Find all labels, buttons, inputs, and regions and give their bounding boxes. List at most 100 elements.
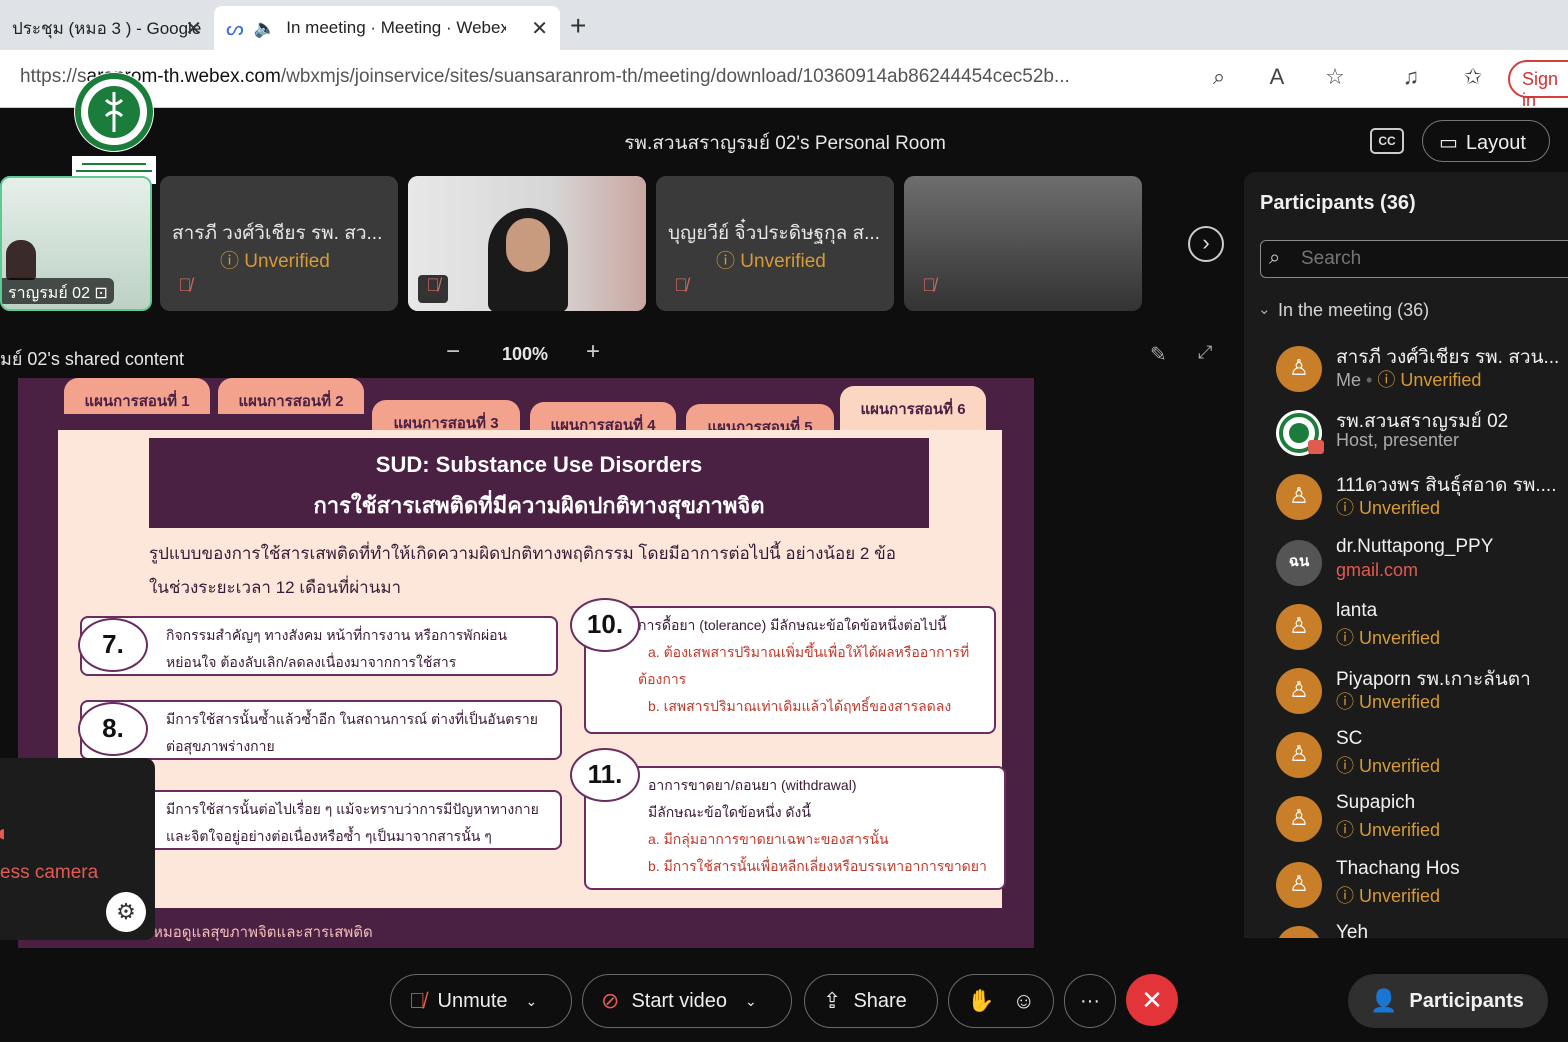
participant-role: Host, presenter [1336, 430, 1460, 450]
participant-row[interactable]: ♙ SC ⓘ Unverified [1276, 728, 1568, 784]
slide-tab-active: แผนการสอนที่ 6 [840, 386, 986, 432]
reactions-group: ✋ ☺ [948, 974, 1054, 1028]
thumbnail-name: สารภี วงศ์วิเชียร รพ. สว... [172, 223, 383, 244]
video-thumbnail[interactable]: 🎙̸ [408, 176, 646, 311]
shared-slide: แผนการสอนที่ 1 แผนการสอนที่ 2 แผนการสอนท… [18, 378, 1034, 948]
shared-content-label: มย์ 02's shared content [0, 349, 184, 369]
emoji-reaction-icon[interactable]: ☺ [1013, 988, 1035, 1014]
participants-button[interactable]: 👤 Participants [1348, 974, 1548, 1028]
criterion-11-number: 11. [570, 748, 640, 802]
layout-icon: ▭ [1439, 132, 1458, 154]
zoom-in-button[interactable]: + [586, 338, 600, 366]
chevron-down-icon[interactable]: ⌄ [526, 993, 538, 1010]
participant-name: lanta [1336, 600, 1378, 621]
unverified-status: ⓘ Unverified [220, 251, 330, 272]
video-thumbnail[interactable]: สารภี วงศ์วิเชียร รพ. สว... ⓘ Unverified… [160, 176, 398, 311]
share-label: Share [853, 989, 907, 1012]
muted-mic-icon: 🎙̸ [674, 275, 688, 295]
media-icon[interactable]: ♫ [1396, 64, 1426, 94]
participant-row[interactable]: ♙ Thachang Hos ⓘ Unverified [1276, 858, 1568, 914]
camera-off-icon: ◖ [0, 820, 9, 847]
self-view-panel[interactable]: ◖ ess camera ⚙ [0, 758, 155, 940]
participant-email: gmail.com [1336, 560, 1419, 580]
participant-row[interactable]: ♙ สารภี วงศ์วิเชียร รพ. สวน... Me • ⓘ Un… [1276, 342, 1568, 398]
avatar-user-icon: ♙ [1276, 668, 1322, 714]
layout-button[interactable]: ▭ Layout [1422, 120, 1550, 162]
unverified-status: ⓘ Unverified [1336, 692, 1441, 712]
participant-row[interactable]: ฉน dr.Nuttapong_PPY gmail.com [1276, 536, 1568, 592]
gear-icon[interactable]: ⚙ [106, 892, 146, 932]
start-video-label: Start video [631, 989, 728, 1012]
read-aloud-icon[interactable]: A [1262, 64, 1292, 94]
zoom-icon[interactable]: ⌕ [1204, 64, 1234, 94]
criterion-text: b. เสพสารปริมาณเท่าเดิมแล้วได้ฤทธิ์ของสา… [648, 698, 952, 714]
avatar-user-icon: ♙ [1276, 732, 1322, 778]
close-icon[interactable]: ✕ [531, 16, 548, 41]
in-meeting-section[interactable]: ⌄ In the meeting (36) [1258, 300, 1429, 321]
share-screen-icon: ⇪ [823, 988, 842, 1013]
participant-name: Supapich [1336, 792, 1416, 813]
favorites-icon[interactable]: ✩ [1458, 64, 1488, 94]
question-icon: ⓘ [220, 251, 240, 272]
presenting-badge-icon [1308, 440, 1324, 454]
participant-row[interactable]: รพ.สวนสราญรมย์ 02 Host, presenter [1276, 406, 1568, 462]
sign-in-button[interactable]: Sign in [1508, 60, 1568, 110]
new-tab-button[interactable]: + [570, 10, 586, 42]
unverified-status: ⓘ Unverified [1336, 820, 1441, 840]
closed-captions-button[interactable]: CC [1370, 128, 1404, 154]
close-icon[interactable]: ✕ [185, 16, 202, 41]
unverified-status: ⓘ Unverified [1336, 498, 1441, 518]
video-thumbnail-host[interactable]: ราญรมย์ 02 ⊡ [0, 176, 152, 311]
participant-row[interactable]: ♙ lanta ⓘ Unverified [1276, 600, 1568, 656]
chevron-down-icon: ⌄ [1258, 301, 1271, 318]
participant-name: Yeh [1336, 922, 1369, 938]
layout-label: Layout [1465, 132, 1526, 154]
more-options-button[interactable]: ··· [1064, 974, 1116, 1028]
speaker-icon[interactable]: 🔈 [254, 18, 276, 39]
raise-hand-icon[interactable]: ✋ [967, 988, 994, 1014]
meeting-title: รพ.สวนสราญรมย์ 02's Personal Room [624, 133, 946, 154]
criterion-text: มีการใช้สารนั้นต่อไปเรื่อย ๆ แม้จะทราบว่… [166, 801, 539, 817]
browser-tab-webex[interactable]: ᔕ 🔈 In meeting · Meeting · Webex ✕ [214, 6, 560, 50]
browser-tab-google[interactable]: ประชุม (หมอ 3 ) - Google ✕ [0, 6, 214, 50]
slide-title-en: SUD: Substance Use Disorders [375, 452, 703, 477]
start-video-button[interactable]: ⊘ Start video ⌄ [582, 974, 792, 1028]
search-input[interactable] [1301, 247, 1561, 271]
question-icon: ⓘ [716, 251, 736, 272]
address-bar: https://saranrom-th.webex.com/wbxmjs/joi… [0, 50, 1568, 110]
slide-intro-line: รูปแบบของการใช้สารเสพติดที่ทำให้เกิดความ… [149, 544, 896, 563]
fullscreen-icon[interactable]: ⤢ [1198, 342, 1212, 363]
ministry-logo [72, 72, 156, 184]
criterion-text: การดื้อยา (tolerance) มีลักษณะข้อใดข้อหน… [638, 617, 947, 633]
slide-title-box: SUD: Substance Use Disorders การใช้สารเส… [149, 438, 929, 528]
participant-row[interactable]: ♙ 111ดวงพร สินธุ์สอาด รพ.... ⓘ Unverifie… [1276, 470, 1568, 526]
unmute-button[interactable]: 🎙̸ Unmute ⌄ [390, 974, 572, 1028]
share-button[interactable]: ⇪ Share [804, 974, 938, 1028]
slide-tab: แผนการสอนที่ 1 [64, 378, 210, 414]
video-thumbnail[interactable]: 🎙̸ [904, 176, 1142, 311]
criterion-text: มีการใช้สารนั้นซ้ำแล้วซ้ำอีก ในสถานการณ์… [166, 711, 538, 727]
next-thumbnails-button[interactable]: › [1188, 226, 1224, 262]
participants-panel: Participants (36) ⌕ ⌄ In the meeting (36… [1244, 172, 1568, 938]
url-path: /wbxmjs/joinservice/sites/suansaranrom-t… [280, 66, 1070, 87]
slide-tab: แผนการสอนที่ 2 [218, 378, 364, 414]
unverified-status: ⓘ Unverified [1336, 886, 1441, 906]
criterion-text: มีลักษณะข้อใดข้อหนึ่ง ดังนี้ [648, 804, 811, 820]
muted-mic-icon: 🎙̸ [922, 275, 936, 295]
url-field[interactable]: https://saranrom-th.webex.com/wbxmjs/joi… [20, 66, 1070, 88]
question-icon: ⓘ [1336, 886, 1354, 906]
unverified-status: ⓘ Unverified [1336, 756, 1441, 776]
annotate-icon[interactable]: ✎ [1150, 342, 1167, 367]
favorite-star-icon[interactable]: ☆ [1320, 64, 1350, 94]
chevron-down-icon[interactable]: ⌄ [745, 993, 757, 1010]
participant-row[interactable]: ♙ Piyaporn รพ.เกาะลันตา ⓘ Unverified [1276, 664, 1568, 720]
participant-search[interactable]: ⌕ [1260, 240, 1568, 278]
criterion-text: b. มีการใช้สารนั้นเพื่อหลีกเลี่ยงหรือบรร… [648, 858, 987, 874]
video-thumbnail[interactable]: บุญยวีย์ จิ๋วประดิษฐกุล ส... ⓘ Unverifie… [656, 176, 894, 311]
video-off-icon: ⊘ [601, 988, 620, 1013]
participant-row[interactable]: ♙ Supapich ⓘ Unverified [1276, 792, 1568, 848]
participant-row[interactable]: ♙ Yeh [1276, 922, 1568, 938]
leave-meeting-button[interactable]: ✕ [1126, 974, 1178, 1026]
zoom-out-button[interactable]: − [446, 338, 460, 366]
criterion-text: a. ต้องเสพสารปริมาณเพิ่มขึ้นเพื่อให้ได้ผ… [648, 644, 970, 660]
